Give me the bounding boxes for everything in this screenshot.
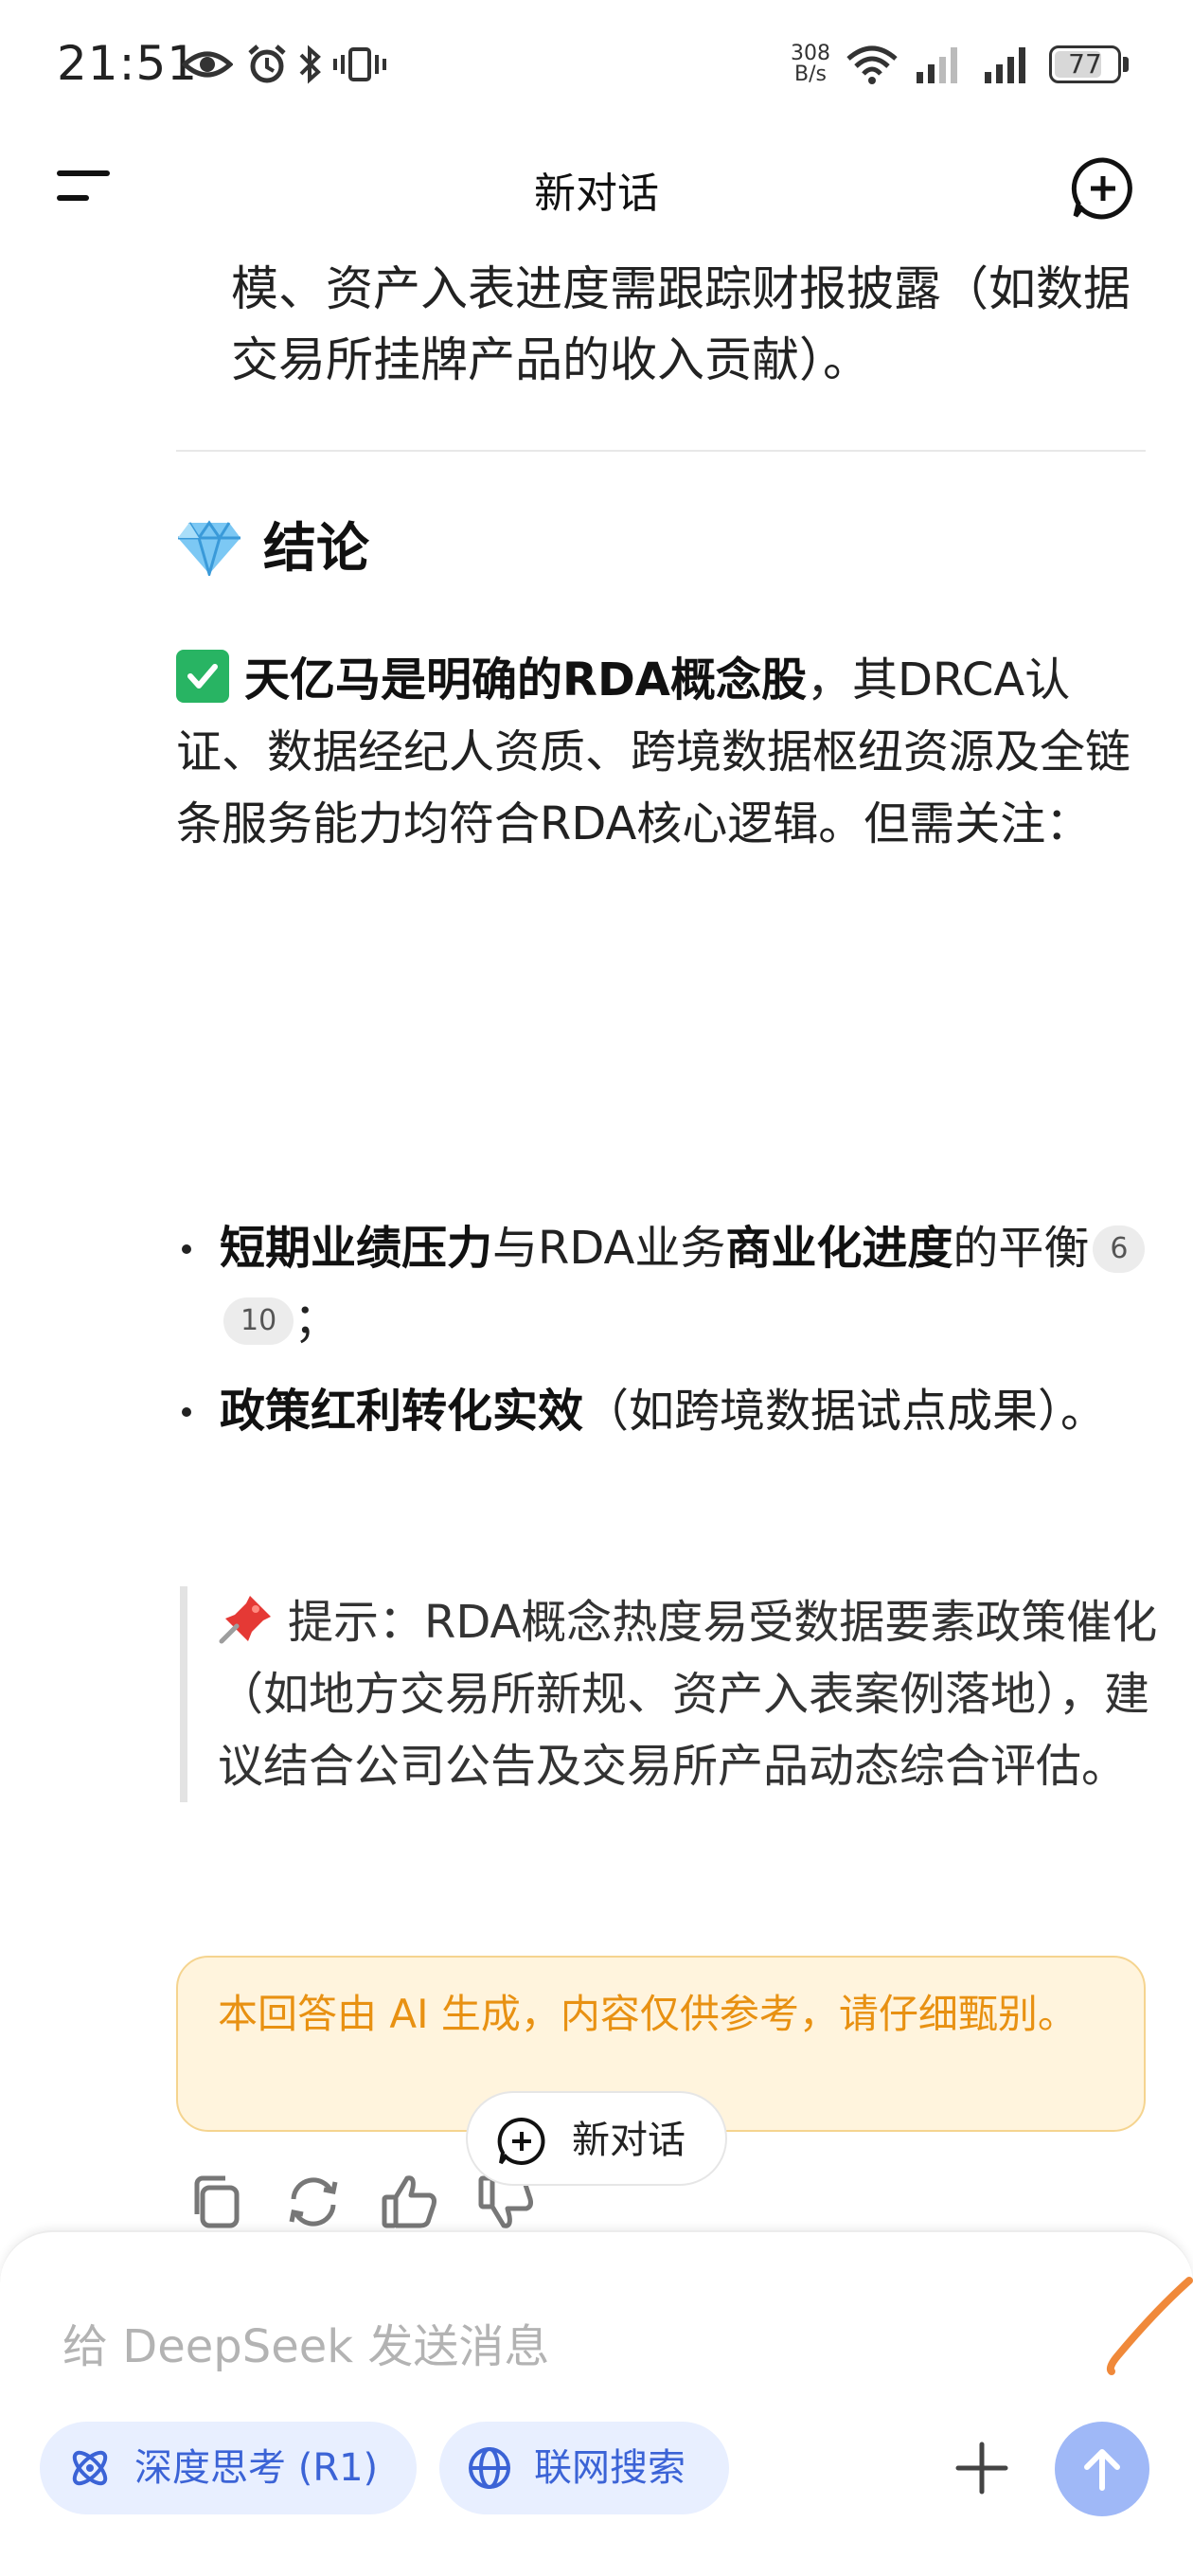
- battery-cap: [1123, 57, 1129, 72]
- app-screen: 21:51 308 B/s 77 新对话 模、资产入表进度需跟踪财报披露（如数据…: [0, 0, 1193, 2576]
- conclusion-heading-text: 结论: [263, 518, 369, 580]
- deep-think-label: 深度思考 (R1): [134, 2446, 379, 2490]
- bluetooth-icon: [299, 45, 321, 84]
- battery-percent: 77: [1068, 48, 1102, 80]
- web-search-toggle[interactable]: 联网搜索: [439, 2422, 729, 2514]
- bullet-bold-text: 政策红利转化实效: [220, 1385, 584, 1438]
- network-speed: 308 B/s: [791, 44, 830, 85]
- truncated-paragraph: 模、资产入表进度需跟踪财报披露（如数据交易所挂牌产品的收入贡献）。: [231, 261, 1131, 387]
- signal-icon-1: [917, 47, 957, 83]
- conclusion-paragraph: 天亿马是明确的RDA概念股，其DRCA认证、数据经纪人资质、跨境数据枢纽资源及全…: [176, 644, 1151, 860]
- bullet-bold-text: 短期业绩压力: [220, 1222, 493, 1275]
- signal-icon-2: [985, 47, 1025, 83]
- status-time: 21:51: [57, 36, 199, 91]
- network-speed-value: 308: [791, 42, 830, 65]
- regenerate-icon[interactable]: [280, 2169, 347, 2235]
- vibrate-icon: [333, 47, 386, 81]
- arrow-up-icon: [1084, 2449, 1120, 2491]
- eye-icon: [182, 51, 233, 78]
- composer-panel: 深度思考 (R1) 联网搜索: [0, 2230, 1193, 2576]
- new-chat-button[interactable]: 新对话: [466, 2091, 727, 2186]
- check-mark-icon: [176, 650, 229, 703]
- bullet-bold-text: 商业化进度: [725, 1222, 953, 1275]
- new-chat-icon[interactable]: [1070, 155, 1136, 222]
- section-divider: [176, 450, 1146, 452]
- app-header: 新对话: [0, 133, 1193, 237]
- battery-icon: 77: [1049, 45, 1121, 83]
- orange-stroke-mark: [1106, 2277, 1193, 2375]
- bullet-text: 与RDA业务: [492, 1222, 726, 1275]
- bullet-list: 短期业绩压力与RDA业务商业化进度的平衡 6 10； 政策红利转化实效（如跨境数据试…: [176, 1212, 1151, 1466]
- wifi-icon: [846, 45, 898, 84]
- send-button[interactable]: [1055, 2422, 1149, 2516]
- message-input[interactable]: [61, 2308, 1011, 2386]
- globe-icon: [469, 2447, 510, 2489]
- tip-text: 提示：RDA概念热度易受数据要素政策催化（如地方交易所新规、资产入表案例落地），…: [218, 1596, 1158, 1793]
- new-chat-bubble-icon: [497, 2117, 545, 2165]
- gem-icon: [178, 520, 240, 576]
- status-bar: 21:51 308 B/s 77: [0, 0, 1193, 133]
- web-search-label: 联网搜索: [534, 2446, 686, 2490]
- atom-icon: [72, 2450, 108, 2486]
- bullet-text: ；: [294, 1294, 340, 1347]
- alarm-icon: [248, 45, 286, 83]
- new-chat-button-label: 新对话: [572, 2119, 686, 2162]
- citation-badge[interactable]: 10: [223, 1297, 294, 1345]
- deep-think-toggle[interactable]: 深度思考 (R1): [40, 2422, 417, 2514]
- bullet-text: （如跨境数据试点成果）。: [583, 1385, 1107, 1438]
- thumbs-up-icon[interactable]: [377, 2169, 443, 2235]
- tip-quote: 提示：RDA概念热度易受数据要素政策催化（如地方交易所新规、资产入表案例落地），…: [180, 1586, 1174, 1802]
- citation-badge[interactable]: 6: [1093, 1225, 1146, 1273]
- bullet-text: 的平衡: [953, 1222, 1090, 1275]
- list-item: 政策红利转化实效（如跨境数据试点成果）。: [176, 1375, 1151, 1447]
- page-title: 新对话: [534, 170, 659, 218]
- list-item: 短期业绩压力与RDA业务商业化进度的平衡 6 10；: [176, 1212, 1151, 1356]
- pushpin-icon: [219, 1596, 271, 1644]
- conclusion-bold-lead: 天亿马是明确的RDA概念股: [244, 653, 807, 707]
- copy-icon[interactable]: [184, 2169, 250, 2235]
- network-speed-unit: B/s: [794, 63, 827, 86]
- attach-plus-icon[interactable]: [954, 2441, 1009, 2496]
